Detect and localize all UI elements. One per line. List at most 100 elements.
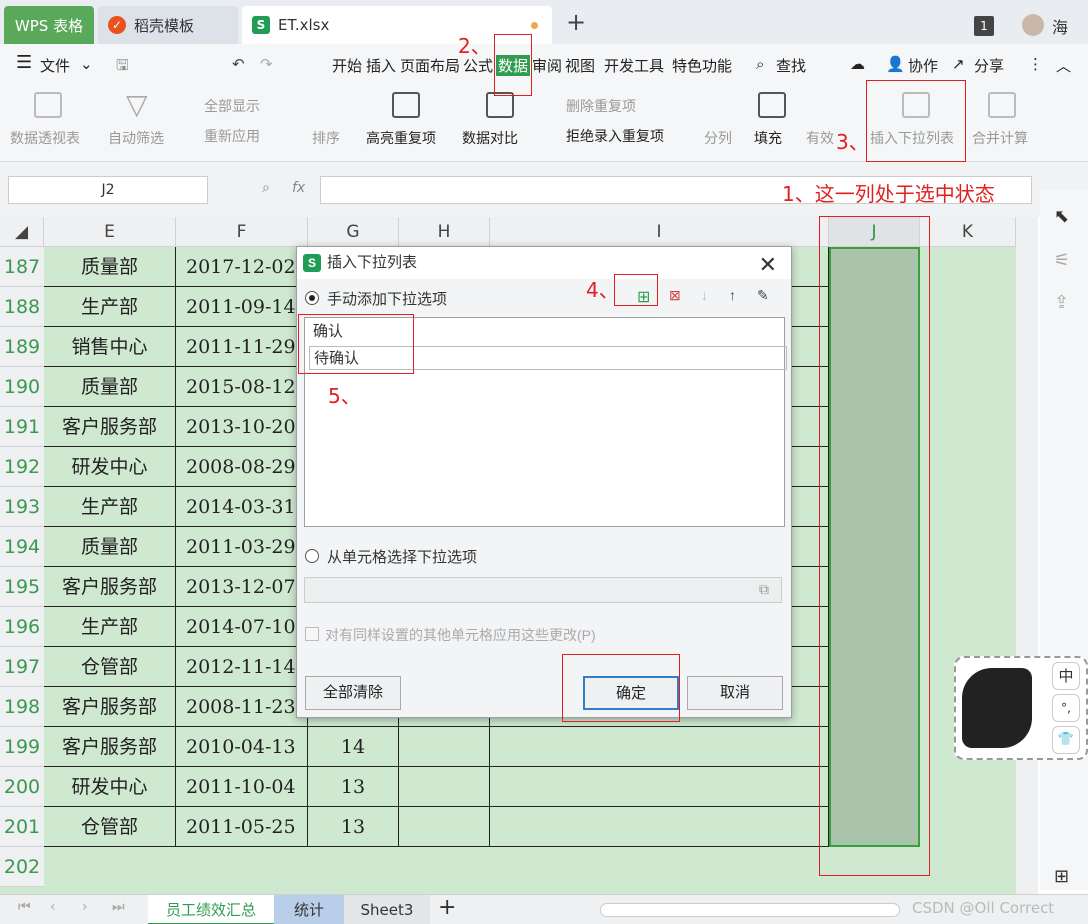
autofilter-button[interactable]: 自动筛选: [108, 128, 164, 148]
cell-score[interactable]: 13: [308, 807, 399, 847]
cell-date[interactable]: 2011-10-04: [176, 767, 308, 807]
cell-department[interactable]: 生产部: [44, 287, 176, 327]
cell-department[interactable]: 生产部: [44, 487, 176, 527]
reject-duplicates-button[interactable]: 拒绝录入重复项: [566, 126, 664, 146]
col-header-g[interactable]: G: [308, 217, 399, 247]
chevron-down-icon[interactable]: ⌄: [80, 55, 93, 73]
menu-review[interactable]: 审阅: [532, 55, 562, 76]
horizontal-scrollbar[interactable]: [600, 903, 900, 917]
cell-date[interactable]: 2013-12-07: [176, 567, 308, 607]
cell-date[interactable]: 2008-11-23: [176, 687, 308, 727]
cell-date[interactable]: 2011-11-29: [176, 327, 308, 367]
menu-share[interactable]: 分享: [974, 55, 1004, 76]
row-header[interactable]: 191: [0, 407, 44, 447]
delete-item-icon[interactable]: ⊠: [669, 287, 681, 304]
row-header[interactable]: 200: [0, 767, 44, 807]
cell-department[interactable]: 仓管部: [44, 647, 176, 687]
tab-daoke-templates[interactable]: ✓ 稻壳模板: [98, 6, 238, 44]
reapply-button[interactable]: 重新应用: [204, 126, 260, 146]
fx-icon[interactable]: fx: [292, 180, 305, 196]
last-sheet-icon[interactable]: ⏭: [112, 899, 125, 915]
fill-button[interactable]: 填充: [754, 128, 782, 148]
pivot-table-button[interactable]: 数据透视表: [10, 128, 80, 148]
manual-option-radio[interactable]: [305, 291, 319, 305]
col-header-i[interactable]: I: [490, 217, 829, 247]
cell-department[interactable]: 客户服务部: [44, 567, 176, 607]
hamburger-icon[interactable]: ☰: [16, 52, 32, 73]
menu-developer[interactable]: 开发工具: [604, 55, 664, 76]
row-header[interactable]: 193: [0, 487, 44, 527]
cell-department[interactable]: 客户服务部: [44, 407, 176, 447]
cell-department[interactable]: 仓管部: [44, 807, 176, 847]
merge-calc-button[interactable]: 合并计算: [972, 128, 1028, 148]
show-all-button[interactable]: 全部显示: [204, 96, 260, 116]
more-icon[interactable]: ⋮: [1028, 55, 1043, 73]
row-header[interactable]: 199: [0, 727, 44, 767]
cancel-button[interactable]: 取消: [687, 676, 783, 710]
cloud-icon[interactable]: ☁: [850, 55, 865, 73]
new-tab-button[interactable]: +: [566, 8, 586, 36]
undo-icon[interactable]: ↶: [232, 55, 245, 73]
menu-features[interactable]: 特色功能: [672, 55, 732, 76]
validity-button[interactable]: 有效: [806, 128, 834, 148]
row-header[interactable]: 195: [0, 567, 44, 607]
highlight-duplicates-button[interactable]: 高亮重复项: [366, 128, 436, 148]
cell-score[interactable]: 13: [308, 767, 399, 807]
data-compare-button[interactable]: 数据对比: [462, 128, 518, 148]
ime-widget[interactable]: 中 °, 👕: [954, 656, 1088, 760]
first-sheet-icon[interactable]: ⏮: [18, 899, 31, 915]
share-sidebar-icon[interactable]: ⇪: [1054, 292, 1069, 313]
menu-search[interactable]: 查找: [776, 55, 806, 76]
cell-department[interactable]: 客户服务部: [44, 727, 176, 767]
cell-score[interactable]: 14: [308, 727, 399, 767]
cell-department[interactable]: 质量部: [44, 527, 176, 567]
split-column-button[interactable]: 分列: [704, 128, 732, 148]
close-icon[interactable]: ✕: [759, 249, 777, 281]
cell-empty-i[interactable]: [490, 727, 829, 767]
row-header[interactable]: 194: [0, 527, 44, 567]
sheet-tab-sheet3[interactable]: Sheet3: [344, 895, 430, 924]
prev-sheet-icon[interactable]: ‹: [50, 899, 56, 915]
name-box[interactable]: J2: [8, 176, 208, 204]
ime-skin-icon[interactable]: 👕: [1052, 726, 1080, 754]
cell-empty-i[interactable]: [490, 807, 829, 847]
cell-department[interactable]: 质量部: [44, 367, 176, 407]
clear-all-button[interactable]: 全部清除: [305, 676, 401, 710]
row-header[interactable]: 189: [0, 327, 44, 367]
manual-option-label[interactable]: 手动添加下拉选项: [327, 288, 447, 309]
cell-department[interactable]: 生产部: [44, 607, 176, 647]
menu-file[interactable]: 文件: [40, 55, 70, 76]
menu-collab[interactable]: 协作: [908, 55, 938, 76]
cell-date[interactable]: 2011-09-14: [176, 287, 308, 327]
row-header[interactable]: 202: [0, 847, 44, 887]
ime-punct-toggle[interactable]: °,: [1052, 694, 1080, 722]
remove-duplicates-button[interactable]: 删除重复项: [566, 96, 636, 116]
cell-department[interactable]: 销售中心: [44, 327, 176, 367]
cell-department[interactable]: 客户服务部: [44, 687, 176, 727]
select-all-corner[interactable]: ◢: [0, 217, 44, 247]
row-header[interactable]: 190: [0, 367, 44, 407]
cell-empty-h[interactable]: [399, 727, 490, 767]
redo-icon[interactable]: ↷: [260, 55, 273, 73]
col-header-e[interactable]: E: [44, 217, 176, 247]
search-icon[interactable]: ⌕: [756, 55, 764, 73]
row-header[interactable]: 198: [0, 687, 44, 727]
cell-empty-h[interactable]: [399, 807, 490, 847]
cell-date[interactable]: 2017-12-02: [176, 247, 308, 287]
col-header-f[interactable]: F: [176, 217, 308, 247]
sheet-tab-performance[interactable]: 员工绩效汇总: [148, 895, 274, 924]
add-sheet-button[interactable]: +: [438, 895, 456, 920]
cell-date[interactable]: 2014-07-10: [176, 607, 308, 647]
cell-date[interactable]: 2013-10-20: [176, 407, 308, 447]
move-down-icon[interactable]: ↓: [701, 287, 708, 303]
menu-insert[interactable]: 插入: [366, 55, 396, 76]
menu-view[interactable]: 视图: [565, 55, 595, 76]
menu-home[interactable]: 开始: [332, 55, 362, 76]
edit-item-icon[interactable]: ✎: [757, 287, 769, 304]
cell-date[interactable]: 2008-08-29: [176, 447, 308, 487]
apps-icon[interactable]: ⊞: [1054, 866, 1069, 887]
cell-department[interactable]: 研发中心: [44, 447, 176, 487]
pointer-icon[interactable]: ⬉: [1054, 206, 1069, 227]
cell-option-label[interactable]: 从单元格选择下拉选项: [327, 546, 477, 567]
collapse-ribbon-icon[interactable]: ︿: [1056, 55, 1071, 76]
